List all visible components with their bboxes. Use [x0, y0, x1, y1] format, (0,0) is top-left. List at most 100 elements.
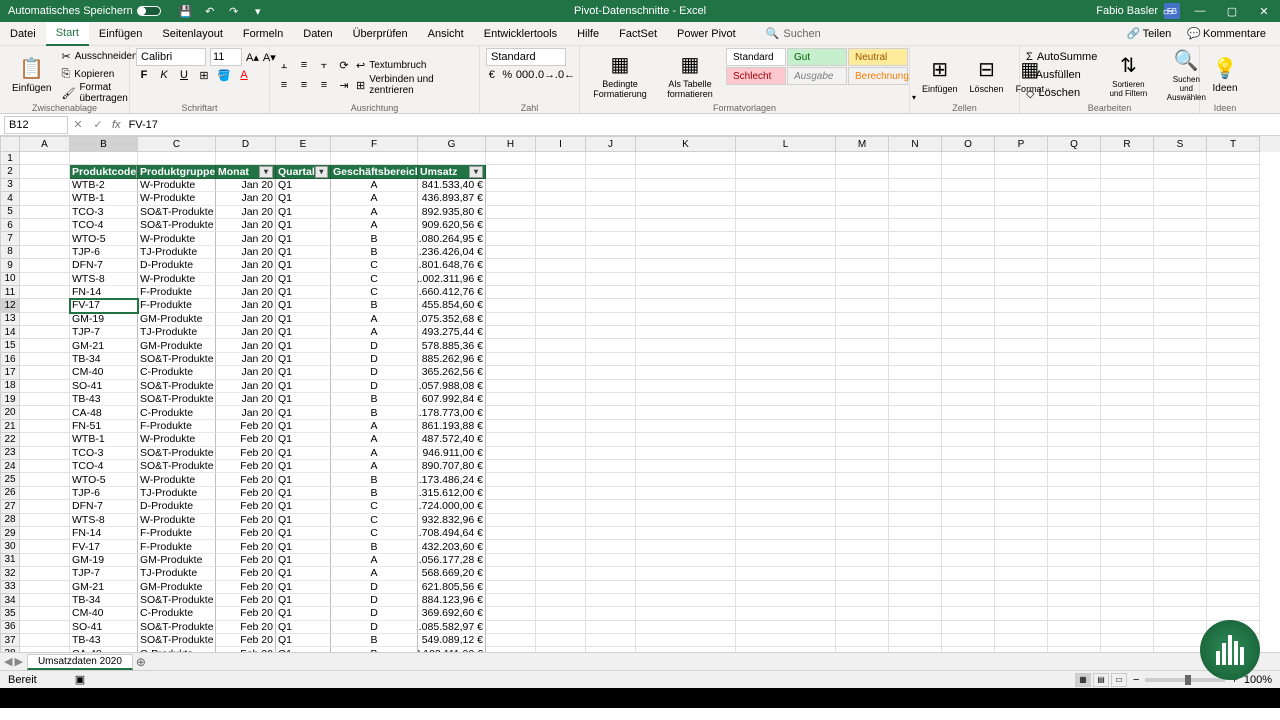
- cell[interactable]: [736, 554, 836, 567]
- fx-icon[interactable]: fx: [112, 119, 121, 131]
- cell[interactable]: [836, 594, 889, 607]
- cell[interactable]: Feb 20: [216, 647, 276, 652]
- cell[interactable]: [1154, 487, 1207, 500]
- cell[interactable]: 1.173.486,24 €: [418, 473, 486, 486]
- cell[interactable]: CA-48: [70, 406, 138, 419]
- cell[interactable]: WTS-8: [70, 514, 138, 527]
- cell[interactable]: [536, 206, 586, 219]
- cell[interactable]: [1048, 206, 1101, 219]
- cell[interactable]: 487.572,40 €: [418, 433, 486, 446]
- cell[interactable]: TJ-Produkte: [138, 487, 216, 500]
- cell[interactable]: [536, 647, 586, 652]
- cell[interactable]: [1101, 567, 1154, 580]
- cell[interactable]: [636, 487, 736, 500]
- cell[interactable]: [536, 554, 586, 567]
- cell[interactable]: [20, 406, 70, 419]
- cell[interactable]: Q1: [276, 500, 331, 513]
- page-layout-button[interactable]: ▤: [1093, 673, 1109, 687]
- cell[interactable]: [636, 433, 736, 446]
- cell[interactable]: [486, 460, 536, 473]
- spreadsheet-grid[interactable]: ABCDEFGHIJKLMNOPQRST 12ProduktcodeProduk…: [0, 136, 1280, 652]
- cell[interactable]: 1.075.352,68 €: [418, 313, 486, 326]
- cell[interactable]: [1154, 500, 1207, 513]
- cell[interactable]: [20, 206, 70, 219]
- cell[interactable]: [942, 647, 995, 652]
- cell[interactable]: [836, 366, 889, 379]
- size-select[interactable]: [210, 48, 242, 66]
- cell[interactable]: [20, 607, 70, 620]
- add-sheet-button[interactable]: ⊕: [133, 655, 149, 669]
- cell[interactable]: FV-17: [70, 540, 138, 553]
- cell[interactable]: [995, 313, 1048, 326]
- cell[interactable]: [1048, 366, 1101, 379]
- cell[interactable]: TCO-4: [70, 460, 138, 473]
- cell[interactable]: Q1: [276, 621, 331, 634]
- cell[interactable]: [1101, 406, 1154, 419]
- cell[interactable]: [1101, 473, 1154, 486]
- cell[interactable]: [1154, 366, 1207, 379]
- cell[interactable]: [995, 634, 1048, 647]
- cell[interactable]: [1048, 165, 1101, 178]
- cell[interactable]: [636, 594, 736, 607]
- cell[interactable]: [942, 447, 995, 460]
- cell[interactable]: [486, 406, 536, 419]
- cell[interactable]: [1154, 165, 1207, 178]
- cell[interactable]: Q1: [276, 554, 331, 567]
- cell[interactable]: Feb 20: [216, 473, 276, 486]
- cell[interactable]: [736, 273, 836, 286]
- formula-input[interactable]: [125, 119, 1280, 131]
- cell[interactable]: [536, 447, 586, 460]
- cell[interactable]: F-Produkte: [138, 540, 216, 553]
- cell[interactable]: [536, 339, 586, 352]
- share-button[interactable]: 🔗 Teilen: [1121, 27, 1177, 40]
- cell[interactable]: [636, 192, 736, 205]
- cell[interactable]: [736, 514, 836, 527]
- cell[interactable]: Q1: [276, 366, 331, 379]
- cell[interactable]: [636, 353, 736, 366]
- cell[interactable]: Jan 20: [216, 259, 276, 272]
- col-header-P[interactable]: P: [995, 136, 1048, 152]
- cell[interactable]: Jan 20: [216, 179, 276, 192]
- paste-button[interactable]: 📋 Einfügen: [6, 48, 57, 102]
- cell[interactable]: [20, 500, 70, 513]
- cell[interactable]: B: [331, 232, 418, 245]
- cell[interactable]: [736, 621, 836, 634]
- cell[interactable]: 365.262,56 €: [418, 366, 486, 379]
- cell[interactable]: [1048, 286, 1101, 299]
- cell[interactable]: [889, 206, 942, 219]
- cell[interactable]: [20, 299, 70, 312]
- cell[interactable]: [1101, 420, 1154, 433]
- cell[interactable]: [536, 514, 586, 527]
- cell[interactable]: [586, 406, 636, 419]
- delete-cells-button[interactable]: ⊟Löschen: [964, 48, 1010, 102]
- cell[interactable]: [486, 540, 536, 553]
- cell[interactable]: [486, 393, 536, 406]
- cell[interactable]: B: [331, 487, 418, 500]
- cell[interactable]: [486, 326, 536, 339]
- cell[interactable]: [836, 259, 889, 272]
- cell[interactable]: D: [331, 607, 418, 620]
- cell[interactable]: Q1: [276, 420, 331, 433]
- wrap-text-button[interactable]: ↩Textumbruch: [356, 56, 473, 74]
- cell[interactable]: [995, 339, 1048, 352]
- cell[interactable]: 455.854,60 €: [418, 299, 486, 312]
- cell[interactable]: [1101, 246, 1154, 259]
- cell[interactable]: [586, 165, 636, 178]
- cell[interactable]: GM-Produkte: [138, 581, 216, 594]
- row-header[interactable]: 30: [0, 540, 20, 553]
- cell[interactable]: Produktgruppe: [138, 165, 216, 178]
- cell[interactable]: [536, 232, 586, 245]
- cell[interactable]: [736, 634, 836, 647]
- cell[interactable]: [1101, 219, 1154, 232]
- cell[interactable]: [995, 460, 1048, 473]
- cell[interactable]: SO&T-Produkte: [138, 460, 216, 473]
- search-box[interactable]: 🔍 Suchen: [766, 27, 821, 40]
- cell[interactable]: [536, 179, 586, 192]
- cell[interactable]: W-Produkte: [138, 179, 216, 192]
- cell[interactable]: [995, 607, 1048, 620]
- cell[interactable]: [736, 299, 836, 312]
- cell[interactable]: [1154, 380, 1207, 393]
- cell[interactable]: TJP-7: [70, 326, 138, 339]
- cell[interactable]: [486, 246, 536, 259]
- cell[interactable]: [1207, 420, 1260, 433]
